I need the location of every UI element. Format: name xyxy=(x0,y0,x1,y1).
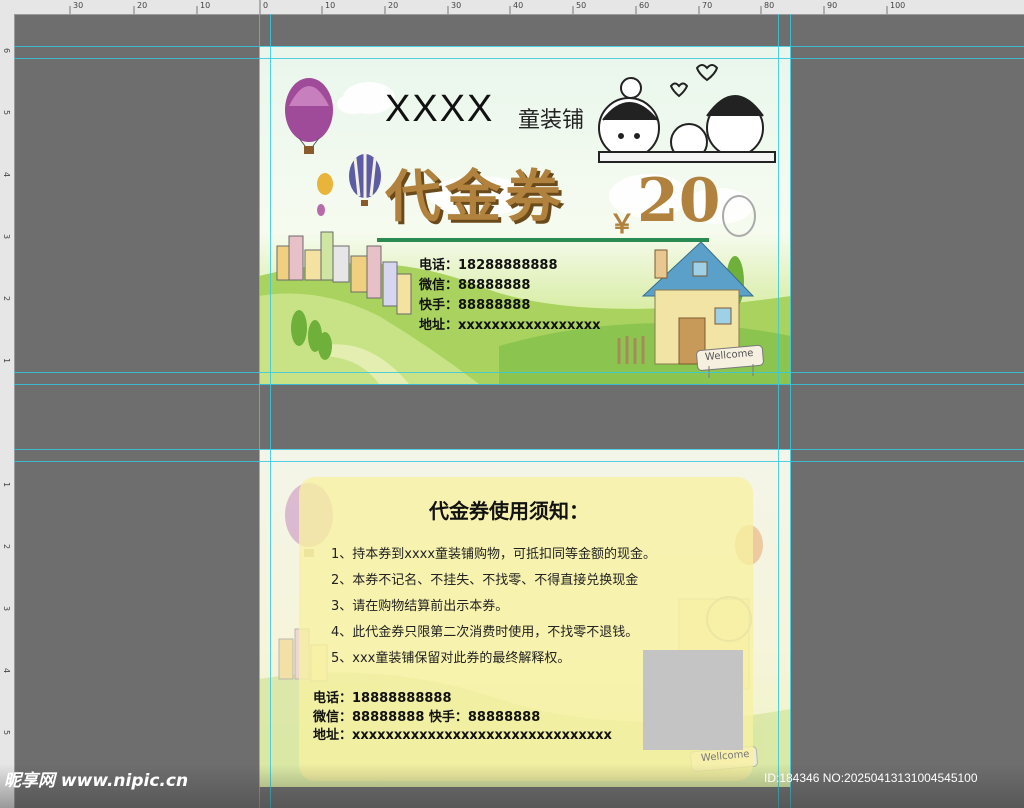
ruler-label: 1 xyxy=(2,358,11,364)
guide-line xyxy=(270,14,271,808)
ruler-label: 20 xyxy=(388,1,399,10)
back-address: 地址：xxxxxxxxxxxxxxxxxxxxxxxxxxxxxxx xyxy=(313,728,612,743)
title-underline xyxy=(377,238,709,242)
ruler-label: 30 xyxy=(451,1,462,10)
guide-line xyxy=(259,14,260,808)
guide-line xyxy=(14,46,1024,47)
voucher-front[interactable]: XXXX 童装铺 代金券 ￥ 20 电话：18288888888 微信：8888… xyxy=(259,46,791,384)
ruler-ticks xyxy=(69,0,888,14)
voucher-title: 代金券 xyxy=(385,165,565,230)
ruler-label: 0 xyxy=(263,1,269,10)
ruler-label: 5 xyxy=(2,730,11,736)
kuaishou-label: 快手： xyxy=(419,298,459,313)
ruler-label: 2 xyxy=(2,544,11,550)
rule-item: 2、本券不记名、不挂失、不找零、不得直接兑换现金 xyxy=(331,573,639,588)
ruler-label: 60 xyxy=(639,1,650,10)
scratch-placeholder xyxy=(643,650,743,750)
ruler-label: 4 xyxy=(2,668,11,674)
striped-balloon-icon xyxy=(349,154,381,206)
guide-line xyxy=(778,14,779,808)
front-wechat: 微信：88888888 xyxy=(419,274,530,293)
ruler-label: 3 xyxy=(2,606,11,612)
heart-icon xyxy=(669,82,689,98)
guide-line xyxy=(14,372,1024,373)
ruler-label: 2 xyxy=(2,296,11,302)
ruler-label: 80 xyxy=(764,1,775,10)
phone-value: 18288888888 xyxy=(458,258,558,273)
kids-cartoon-icon xyxy=(598,77,776,163)
guide-line xyxy=(790,14,791,808)
ruler-label: 10 xyxy=(325,1,336,10)
front-address: 地址：xxxxxxxxxxxxxxxxx xyxy=(419,314,601,333)
guide-line xyxy=(14,58,1024,59)
rule-item: 3、请在购物结算前出示本券。 xyxy=(331,599,509,614)
ruler-label: 100 xyxy=(890,1,906,10)
ruler-label: 3 xyxy=(2,234,11,240)
ruler-label: 20 xyxy=(137,1,148,10)
vertical-ruler: 6 5 4 3 2 1 1 2 3 4 5 xyxy=(0,14,15,808)
ruler-label: 6 xyxy=(2,48,11,54)
wechat-value: 88888888 xyxy=(458,278,531,293)
phone-label: 电话： xyxy=(419,258,459,273)
rule-item: 4、此代金券只限第二次消费时使用，不找零不退钱。 xyxy=(331,625,639,640)
voucher-amount: 20 xyxy=(637,166,721,236)
ruler-label: 70 xyxy=(702,1,713,10)
image-id: ID:184346 NO:20250413131004545100 xyxy=(764,771,978,785)
guide-line xyxy=(14,461,1024,462)
guide-line xyxy=(14,449,1024,450)
shop-type: 童装铺 xyxy=(518,108,585,133)
notice-title: 代金券使用须知： xyxy=(429,499,589,523)
rule-item: 1、持本券到xxxx童装铺购物，可抵扣同等金额的现金。 xyxy=(331,547,657,562)
site-watermark: 昵享网 www.nipic.cn xyxy=(4,771,189,791)
heart-icon xyxy=(695,64,719,82)
guide-line xyxy=(14,384,1024,385)
front-kuaishou: 快手：88888888 xyxy=(419,294,530,313)
currency-symbol: ￥ xyxy=(609,210,636,240)
ruler-label: 4 xyxy=(2,172,11,178)
ruler-label: 50 xyxy=(576,1,587,10)
hot-air-balloon-icon xyxy=(285,78,333,154)
back-wechat-kuaishou: 微信：88888888 快手：88888888 xyxy=(313,710,541,725)
ruler-label: 1 xyxy=(2,482,11,488)
address-label: 地址： xyxy=(419,318,459,333)
back-phone: 电话：18888888888 xyxy=(313,691,452,706)
front-phone: 电话：18288888888 xyxy=(419,254,558,273)
wechat-label: 微信： xyxy=(419,278,459,293)
ruler-label: 10 xyxy=(200,1,211,10)
voucher-back[interactable]: 代金券使用须知： 1、持本券到xxxx童装铺购物，可抵扣同等金额的现金。 2、本… xyxy=(259,449,791,787)
address-value: xxxxxxxxxxxxxxxxx xyxy=(458,318,601,333)
horizontal-ruler: 30 20 10 0 10 20 30 40 50 60 70 80 90 10… xyxy=(0,0,1024,15)
shop-name: XXXX xyxy=(385,88,495,130)
kuaishou-value: 88888888 xyxy=(458,298,531,313)
ruler-label: 30 xyxy=(73,1,84,10)
rule-item: 5、xxx童装铺保留对此券的最终解释权。 xyxy=(331,651,571,666)
ruler-label: 40 xyxy=(513,1,524,10)
ruler-label: 90 xyxy=(827,1,838,10)
ruler-label: 5 xyxy=(2,110,11,116)
